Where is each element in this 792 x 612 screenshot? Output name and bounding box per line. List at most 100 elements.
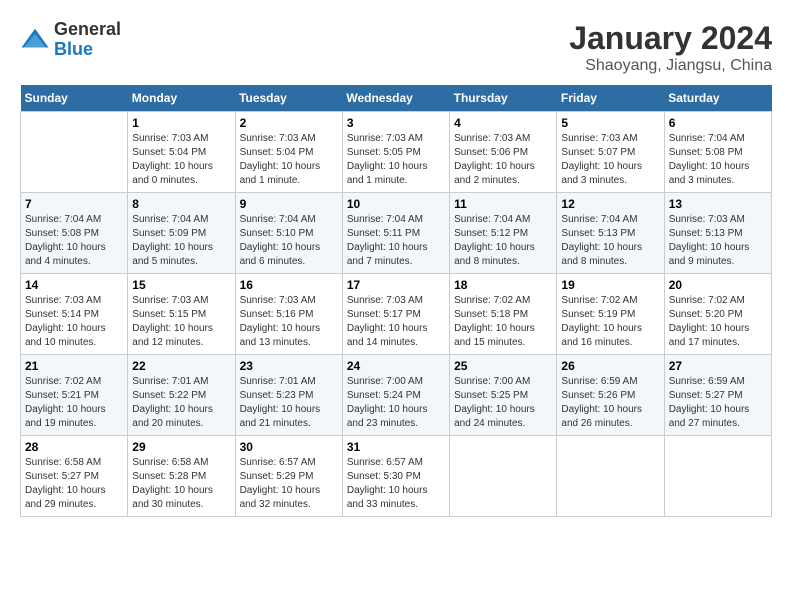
day-number: 14 <box>25 278 123 292</box>
calendar-week-1: 1 Sunrise: 7:03 AMSunset: 5:04 PMDaylight… <box>21 112 772 193</box>
calendar-cell: 2 Sunrise: 7:03 AMSunset: 5:04 PMDaylight… <box>235 112 342 193</box>
day-number: 8 <box>132 197 230 211</box>
day-info: Sunrise: 7:03 AMSunset: 5:14 PMDaylight:… <box>25 294 123 350</box>
calendar-week-4: 21Sunrise: 7:02 AMSunset: 5:21 PMDayligh… <box>21 355 772 436</box>
calendar-cell: 14 Sunrise: 7:03 AMSunset: 5:14 PMDayligh… <box>21 274 128 355</box>
calendar-cell: 9 Sunrise: 7:04 AMSunset: 5:10 PMDaylight… <box>235 193 342 274</box>
day-info: Sunrise: 6:57 AMSunset: 5:30 PMDaylight:… <box>347 456 445 512</box>
calendar-week-3: 14 Sunrise: 7:03 AMSunset: 5:14 PMDayligh… <box>21 274 772 355</box>
weekday-header-sunday: Sunday <box>21 85 128 112</box>
day-info: Sunrise: 7:03 AMSunset: 5:13 PMDaylight:… <box>669 213 767 269</box>
weekday-header-thursday: Thursday <box>450 85 557 112</box>
calendar-cell: 1 Sunrise: 7:03 AMSunset: 5:04 PMDaylight… <box>128 112 235 193</box>
day-info: Sunrise: 6:58 AMSunset: 5:28 PMDaylight:… <box>132 456 230 512</box>
day-number: 6 <box>669 116 767 130</box>
calendar-cell <box>557 436 664 517</box>
calendar-cell: 4Sunrise: 7:03 AMSunset: 5:06 PMDaylight… <box>450 112 557 193</box>
day-number: 12 <box>561 197 659 211</box>
calendar-cell: 17 Sunrise: 7:03 AMSunset: 5:17 PMDayligh… <box>342 274 449 355</box>
day-number: 29 <box>132 440 230 454</box>
day-info: Sunrise: 7:01 AMSunset: 5:23 PMDaylight:… <box>240 375 338 431</box>
day-number: 27 <box>669 359 767 373</box>
day-info: Sunrise: 7:03 AMSunset: 5:15 PMDaylight:… <box>132 294 230 350</box>
day-number: 24 <box>347 359 445 373</box>
day-number: 3 <box>347 116 445 130</box>
day-info: Sunrise: 7:03 AMSunset: 5:17 PMDaylight:… <box>347 294 445 350</box>
day-info: Sunrise: 7:04 AMSunset: 5:09 PMDaylight:… <box>132 213 230 269</box>
calendar-week-5: 28 Sunrise: 6:58 AMSunset: 5:27 PMDayligh… <box>21 436 772 517</box>
day-number: 25 <box>454 359 552 373</box>
calendar-week-2: 7Sunrise: 7:04 AMSunset: 5:08 PMDaylight… <box>21 193 772 274</box>
calendar-cell: 5Sunrise: 7:03 AMSunset: 5:07 PMDaylight… <box>557 112 664 193</box>
title-block: January 2024 Shaoyang, Jiangsu, China <box>569 20 772 75</box>
location: Shaoyang, Jiangsu, China <box>569 57 772 75</box>
day-info: Sunrise: 7:03 AMSunset: 5:04 PMDaylight:… <box>240 132 338 188</box>
day-number: 22 <box>132 359 230 373</box>
day-number: 26 <box>561 359 659 373</box>
calendar-cell: 11Sunrise: 7:04 AMSunset: 5:12 PMDayligh… <box>450 193 557 274</box>
weekday-header-friday: Friday <box>557 85 664 112</box>
day-number: 9 <box>240 197 338 211</box>
day-number: 31 <box>347 440 445 454</box>
day-info: Sunrise: 7:02 AMSunset: 5:20 PMDaylight:… <box>669 294 767 350</box>
calendar-cell: 8 Sunrise: 7:04 AMSunset: 5:09 PMDaylight… <box>128 193 235 274</box>
logo-text: General Blue <box>54 20 121 60</box>
calendar-cell: 10 Sunrise: 7:04 AMSunset: 5:11 PMDayligh… <box>342 193 449 274</box>
calendar-cell: 21Sunrise: 7:02 AMSunset: 5:21 PMDayligh… <box>21 355 128 436</box>
calendar-cell <box>664 436 771 517</box>
day-info: Sunrise: 7:04 AMSunset: 5:10 PMDaylight:… <box>240 213 338 269</box>
calendar-cell: 28 Sunrise: 6:58 AMSunset: 5:27 PMDayligh… <box>21 436 128 517</box>
calendar-table: SundayMondayTuesdayWednesdayThursdayFrid… <box>20 85 772 517</box>
calendar-cell: 23Sunrise: 7:01 AMSunset: 5:23 PMDayligh… <box>235 355 342 436</box>
calendar-cell: 15 Sunrise: 7:03 AMSunset: 5:15 PMDayligh… <box>128 274 235 355</box>
logo: General Blue <box>20 20 121 60</box>
calendar-cell <box>21 112 128 193</box>
day-info: Sunrise: 7:03 AMSunset: 5:16 PMDaylight:… <box>240 294 338 350</box>
day-info: Sunrise: 7:00 AMSunset: 5:25 PMDaylight:… <box>454 375 552 431</box>
weekday-header-wednesday: Wednesday <box>342 85 449 112</box>
day-number: 5 <box>561 116 659 130</box>
day-number: 2 <box>240 116 338 130</box>
day-info: Sunrise: 7:03 AMSunset: 5:04 PMDaylight:… <box>132 132 230 188</box>
day-info: Sunrise: 6:58 AMSunset: 5:27 PMDaylight:… <box>25 456 123 512</box>
day-info: Sunrise: 7:03 AMSunset: 5:05 PMDaylight:… <box>347 132 445 188</box>
day-info: Sunrise: 6:59 AMSunset: 5:26 PMDaylight:… <box>561 375 659 431</box>
day-info: Sunrise: 7:04 AMSunset: 5:11 PMDaylight:… <box>347 213 445 269</box>
calendar-cell: 29 Sunrise: 6:58 AMSunset: 5:28 PMDayligh… <box>128 436 235 517</box>
calendar-cell: 6 Sunrise: 7:04 AMSunset: 5:08 PMDaylight… <box>664 112 771 193</box>
day-info: Sunrise: 7:00 AMSunset: 5:24 PMDaylight:… <box>347 375 445 431</box>
day-number: 19 <box>561 278 659 292</box>
day-number: 11 <box>454 197 552 211</box>
day-number: 7 <box>25 197 123 211</box>
logo-blue-text: Blue <box>54 40 121 60</box>
logo-general: General <box>54 20 121 40</box>
day-number: 20 <box>669 278 767 292</box>
calendar-cell: 26 Sunrise: 6:59 AMSunset: 5:26 PMDayligh… <box>557 355 664 436</box>
weekday-header-saturday: Saturday <box>664 85 771 112</box>
day-info: Sunrise: 7:04 AMSunset: 5:13 PMDaylight:… <box>561 213 659 269</box>
day-number: 10 <box>347 197 445 211</box>
weekday-header-monday: Monday <box>128 85 235 112</box>
calendar-cell: 31 Sunrise: 6:57 AMSunset: 5:30 PMDayligh… <box>342 436 449 517</box>
calendar-cell: 24 Sunrise: 7:00 AMSunset: 5:24 PMDayligh… <box>342 355 449 436</box>
day-number: 15 <box>132 278 230 292</box>
day-number: 17 <box>347 278 445 292</box>
day-info: Sunrise: 7:02 AMSunset: 5:18 PMDaylight:… <box>454 294 552 350</box>
day-info: Sunrise: 7:04 AMSunset: 5:08 PMDaylight:… <box>669 132 767 188</box>
day-number: 28 <box>25 440 123 454</box>
day-info: Sunrise: 6:57 AMSunset: 5:29 PMDaylight:… <box>240 456 338 512</box>
day-number: 1 <box>132 116 230 130</box>
calendar-cell: 3 Sunrise: 7:03 AMSunset: 5:05 PMDaylight… <box>342 112 449 193</box>
calendar-cell: 20 Sunrise: 7:02 AMSunset: 5:20 PMDayligh… <box>664 274 771 355</box>
calendar-cell <box>450 436 557 517</box>
calendar-cell: 12 Sunrise: 7:04 AMSunset: 5:13 PMDayligh… <box>557 193 664 274</box>
calendar-cell: 16Sunrise: 7:03 AMSunset: 5:16 PMDayligh… <box>235 274 342 355</box>
weekday-header-tuesday: Tuesday <box>235 85 342 112</box>
day-number: 13 <box>669 197 767 211</box>
day-number: 21 <box>25 359 123 373</box>
calendar-cell: 22Sunrise: 7:01 AMSunset: 5:22 PMDayligh… <box>128 355 235 436</box>
calendar-cell: 25 Sunrise: 7:00 AMSunset: 5:25 PMDayligh… <box>450 355 557 436</box>
calendar-cell: 13 Sunrise: 7:03 AMSunset: 5:13 PMDayligh… <box>664 193 771 274</box>
calendar-cell: 7Sunrise: 7:04 AMSunset: 5:08 PMDaylight… <box>21 193 128 274</box>
day-number: 4 <box>454 116 552 130</box>
